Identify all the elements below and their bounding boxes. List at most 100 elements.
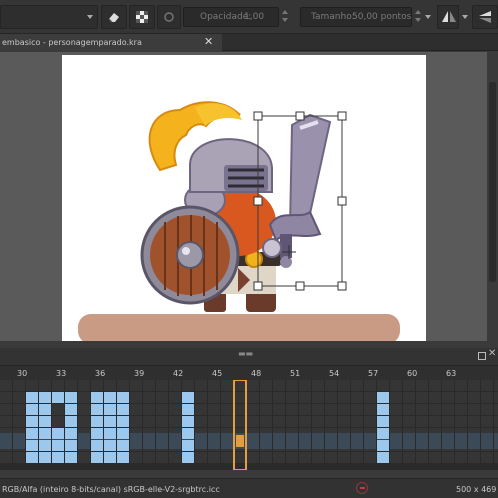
frame-cell[interactable] xyxy=(247,452,259,463)
frame-cell[interactable] xyxy=(312,392,324,403)
frame-cell[interactable] xyxy=(26,380,38,391)
document-canvas[interactable] xyxy=(62,55,426,341)
frame-cell[interactable] xyxy=(299,392,311,403)
close-tab-icon[interactable]: ✕ xyxy=(204,35,213,48)
keyframe-cell[interactable] xyxy=(182,392,194,403)
frame-cell[interactable] xyxy=(468,392,480,403)
frame-cell[interactable] xyxy=(390,416,402,427)
keyframe-cell[interactable] xyxy=(91,452,103,463)
layer-row-cell[interactable] xyxy=(286,433,298,449)
frame-cell[interactable] xyxy=(182,380,194,391)
frame-cell[interactable] xyxy=(273,416,285,427)
frame-cell[interactable] xyxy=(117,380,129,391)
frame-cell[interactable] xyxy=(0,452,12,463)
frame-cell[interactable] xyxy=(169,404,181,415)
frame-cell[interactable] xyxy=(364,404,376,415)
keyframe-cell[interactable] xyxy=(65,416,77,427)
frame-cell[interactable] xyxy=(299,380,311,391)
frame-ruler[interactable]: 30 33 36 39 42 45 48 51 54 57 60 63 xyxy=(0,366,498,380)
frame-cell[interactable] xyxy=(403,380,415,391)
frame-cell[interactable] xyxy=(442,380,454,391)
document-tab[interactable]: embasico - personagemparado.kra ✕ xyxy=(0,34,222,51)
keyframe-cell[interactable] xyxy=(91,416,103,427)
frame-cell[interactable] xyxy=(416,392,428,403)
keyframe-cell[interactable] xyxy=(104,404,116,415)
frame-cell[interactable] xyxy=(494,380,498,391)
layer-row-cell[interactable] xyxy=(208,433,220,449)
keyframe-cell[interactable] xyxy=(65,452,77,463)
frame-cell[interactable] xyxy=(351,404,363,415)
canvas-viewport[interactable] xyxy=(0,52,498,341)
frame-cell[interactable] xyxy=(260,404,272,415)
keyframe-cell[interactable] xyxy=(182,416,194,427)
keyframe-cell[interactable] xyxy=(377,428,389,439)
frame-cell[interactable] xyxy=(455,452,467,463)
frame-cell[interactable] xyxy=(338,404,350,415)
frame-cell[interactable] xyxy=(260,380,272,391)
keyframe-cell[interactable] xyxy=(52,452,64,463)
frame-cell[interactable] xyxy=(221,452,233,463)
frame-cell[interactable] xyxy=(260,416,272,427)
frame-cell[interactable] xyxy=(403,452,415,463)
frame-cell[interactable] xyxy=(273,452,285,463)
frame-cell[interactable] xyxy=(65,380,77,391)
keyframe-cell[interactable] xyxy=(377,392,389,403)
keyframe-cell[interactable] xyxy=(182,452,194,463)
frame-cell[interactable] xyxy=(273,380,285,391)
frame-cell[interactable] xyxy=(455,380,467,391)
frame-cell[interactable] xyxy=(130,380,142,391)
frame-cell[interactable] xyxy=(130,404,142,415)
frame-cell[interactable] xyxy=(221,392,233,403)
frame-cell[interactable] xyxy=(130,416,142,427)
size-stepper[interactable] xyxy=(413,7,422,27)
keyframe-cell[interactable] xyxy=(26,428,38,439)
keyframe-cell[interactable] xyxy=(91,392,103,403)
keyframe-cell[interactable] xyxy=(91,404,103,415)
frame-cell[interactable] xyxy=(130,452,142,463)
frame-cell[interactable] xyxy=(494,392,498,403)
frame-cell[interactable] xyxy=(247,380,259,391)
keyframe-cell[interactable] xyxy=(65,392,77,403)
keyframe-cell[interactable] xyxy=(65,440,77,451)
frame-cell[interactable] xyxy=(195,380,207,391)
frame-cell[interactable] xyxy=(468,404,480,415)
frame-cell[interactable] xyxy=(195,404,207,415)
frame-cell[interactable] xyxy=(299,452,311,463)
keyframe-cell[interactable] xyxy=(104,440,116,451)
frame-cell[interactable] xyxy=(247,416,259,427)
frame-cell[interactable] xyxy=(299,416,311,427)
frame-cell[interactable] xyxy=(169,452,181,463)
brush-preset-dropdown[interactable] xyxy=(0,5,98,29)
frame-cell[interactable] xyxy=(286,416,298,427)
frame-cell[interactable] xyxy=(13,404,25,415)
current-frame-cell[interactable] xyxy=(236,435,244,447)
vertical-scroll-thumb[interactable] xyxy=(489,82,496,282)
frame-cell[interactable] xyxy=(156,416,168,427)
frame-cell[interactable] xyxy=(234,452,246,463)
frame-cell[interactable] xyxy=(91,380,103,391)
layer-row-cell[interactable] xyxy=(455,433,467,449)
frame-cell[interactable] xyxy=(338,392,350,403)
frame-cell[interactable] xyxy=(208,380,220,391)
frame-cell[interactable] xyxy=(104,380,116,391)
frame-cell[interactable] xyxy=(286,404,298,415)
layer-row-cell[interactable] xyxy=(130,433,142,449)
frame-cell[interactable] xyxy=(325,392,337,403)
stop-icon[interactable] xyxy=(356,482,368,494)
frame-cell[interactable] xyxy=(312,416,324,427)
frame-cell[interactable] xyxy=(351,380,363,391)
mirror-vertical-button[interactable] xyxy=(472,5,498,29)
keyframe-cell[interactable] xyxy=(52,392,64,403)
keyframe-cell[interactable] xyxy=(26,440,38,451)
frame-cell[interactable] xyxy=(338,452,350,463)
keyframe-cell[interactable] xyxy=(26,404,38,415)
frame-cell[interactable] xyxy=(156,404,168,415)
frame-cell[interactable] xyxy=(143,416,155,427)
frame-cell[interactable] xyxy=(273,392,285,403)
keyframe-cell[interactable] xyxy=(182,404,194,415)
color-space-info[interactable]: RGB/Alfa (inteiro 8-bits/canal) sRGB-ell… xyxy=(2,485,220,494)
size-field[interactable]: Tamanho: 50,00 pontos xyxy=(300,7,412,27)
frame-cell[interactable] xyxy=(286,452,298,463)
layer-row-cell[interactable] xyxy=(351,433,363,449)
frame-cell[interactable] xyxy=(0,404,12,415)
